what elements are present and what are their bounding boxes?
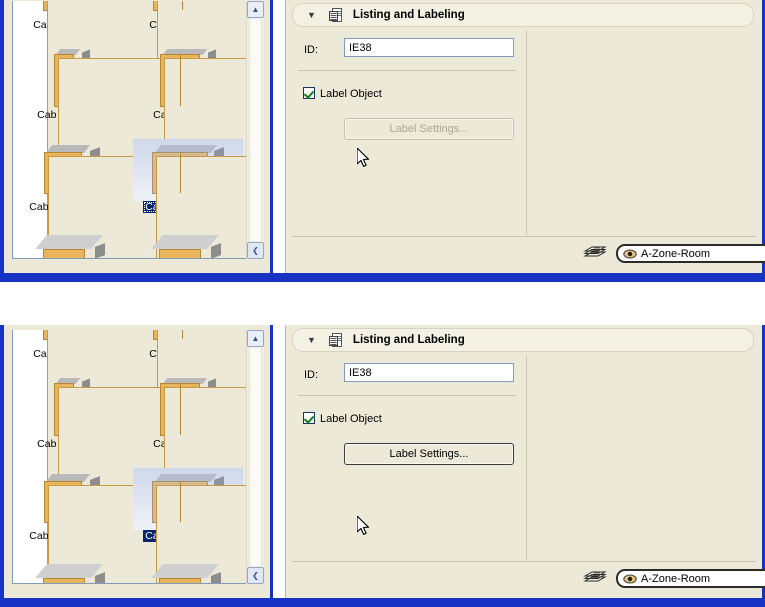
dialog-instance-bottom: Cab Belfast Sink 1D_OSL Cab Belfast Sin — [0, 325, 765, 607]
id-input[interactable] — [344, 363, 514, 382]
triangle-down-icon[interactable]: ▼ — [307, 10, 316, 20]
list-item-selected[interactable]: Cab Wall 2D_OSL — [133, 468, 263, 583]
object-thumbnail — [17, 560, 127, 583]
label-object-checkbox[interactable] — [303, 87, 315, 99]
layer-selector[interactable]: A-Zone-Room ▶ — [616, 569, 765, 588]
object-thumbnail — [17, 1, 263, 252]
layer-name: A-Zone-Room — [641, 247, 711, 260]
panel-divider — [526, 30, 527, 235]
eye-icon — [623, 574, 637, 584]
object-thumbnail — [133, 231, 243, 258]
object-thumbnail — [133, 376, 263, 583]
layer-selector[interactable]: A-Zone-Room ▶ — [616, 244, 765, 263]
object-browser-grid-2: Cab Belfast Sink 1D_OSL Cab Belfast Sin — [13, 330, 263, 583]
object-thumbnail — [17, 231, 127, 258]
object-thumbnail — [17, 330, 263, 581]
list-item[interactable]: Cab Belfast Sink 2D_OSL — [133, 1, 263, 252]
chevron-down-icon[interactable]: ❮ — [247, 567, 264, 584]
scrollbar-track[interactable] — [249, 348, 262, 566]
object-browser-list[interactable]: Cab Belfast Sink 1D_OSL Cab Belfast Sin — [12, 1, 264, 259]
object-thumbnail — [133, 560, 243, 583]
dialog-instance-top: Cab Belfast Sink 1D_OSL Cab Belfast Sin — [0, 0, 765, 282]
list-item[interactable]: Cab B-P 2D 11 — [133, 376, 263, 583]
id-input[interactable] — [344, 38, 514, 57]
object-browser-client: Cab Belfast Sink 1D_OSL Cab Belfast Sin — [4, 0, 270, 273]
object-thumbnail — [133, 47, 263, 258]
object-thumbnail — [17, 139, 263, 258]
listing-and-labeling-panel-2: ▼ Listing and Labeling ID: IE38 Label Ob… — [285, 325, 765, 600]
object-browser-window: Cab Belfast Sink 1D_OSL Cab Belfast Sin — [0, 0, 273, 282]
panel-header[interactable]: ▼ Listing and Labeling — [292, 3, 754, 27]
list-item[interactable]: Cab Belfast Sink 1D_OSL — [17, 330, 263, 581]
panel-divider — [526, 355, 527, 560]
object-thumbnail — [133, 1, 263, 252]
screen: Cab Belfast Sink 1D_OSL Cab Belfast Sin — [0, 0, 765, 607]
panel-header[interactable]: ▼ Listing and Labeling — [292, 328, 754, 352]
object-browser-list-2[interactable]: Cab Belfast Sink 1D_OSL Cab Belfast Sin — [12, 330, 264, 584]
scrollbar-track[interactable] — [249, 19, 262, 241]
list-item[interactable] — [17, 560, 127, 583]
list-item[interactable]: Cab Belfast Sink 2D_OSL — [133, 330, 263, 581]
triangle-down-icon[interactable]: ▼ — [307, 335, 316, 345]
footer-divider — [292, 561, 756, 562]
section-divider — [298, 395, 516, 396]
list-item[interactable]: Cab Belfast Sink 1D_OSL — [17, 1, 263, 252]
chevron-down-icon[interactable]: ❮ — [247, 242, 264, 259]
object-thumbnail — [133, 468, 263, 583]
footer-divider — [292, 236, 756, 237]
object-browser-scrollbar[interactable]: ▲ ❮ — [246, 1, 264, 259]
window-frame-bottom — [0, 598, 765, 607]
list-item-selected[interactable]: Cab Wall 2D_OSL — [133, 139, 263, 258]
layers-stack-icon — [583, 245, 607, 261]
listing-document-icon — [328, 7, 344, 23]
label-settings-button[interactable]: Label Settings... — [344, 443, 514, 465]
object-browser-grid: Cab Belfast Sink 1D_OSL Cab Belfast Sin — [13, 1, 263, 258]
panel-title: Listing and Labeling — [352, 9, 465, 21]
panel-title: Listing and Labeling — [352, 334, 465, 346]
object-browser-client-2: Cab Belfast Sink 1D_OSL Cab Belfast Sin — [4, 325, 270, 598]
label-object-checkbox[interactable] — [303, 412, 315, 424]
list-item[interactable]: Cab Wall 1D_OSL — [17, 139, 263, 258]
listing-document-icon — [328, 332, 344, 348]
label-object-label: Label Object — [320, 413, 382, 425]
object-thumbnail — [133, 139, 263, 258]
section-divider — [298, 70, 516, 71]
list-item[interactable]: Cab B-P 2D 11 — [133, 47, 263, 258]
mouse-cursor — [356, 515, 370, 536]
label-object-label: Label Object — [320, 88, 382, 100]
id-label: ID: — [304, 44, 319, 56]
object-thumbnail — [17, 468, 263, 583]
label-settings-button[interactable]: Label Settings... — [344, 118, 514, 140]
id-label: ID: — [304, 369, 319, 381]
object-thumbnail — [17, 47, 263, 258]
listing-and-labeling-panel: ▼ Listing and Labeling ID: IE38 Label Ob… — [285, 0, 765, 275]
list-item[interactable] — [17, 231, 127, 258]
chevron-up-icon[interactable]: ▲ — [247, 330, 264, 347]
layers-stack-icon — [583, 570, 607, 586]
object-browser-scrollbar-2[interactable]: ▲ ❮ — [246, 330, 264, 584]
object-thumbnail — [133, 330, 263, 581]
object-browser-window-2: Cab Belfast Sink 1D_OSL Cab Belfast Sin — [0, 325, 273, 607]
window-frame-bottom — [0, 273, 765, 282]
list-item[interactable] — [133, 560, 243, 583]
eye-icon — [623, 249, 637, 259]
list-item[interactable] — [133, 231, 243, 258]
list-item[interactable]: Cab Wall 1D_OSL — [17, 468, 263, 583]
chevron-up-icon[interactable]: ▲ — [247, 1, 264, 18]
list-item[interactable]: Cab B-P 1D 11 — [17, 376, 263, 583]
mouse-cursor — [356, 147, 370, 168]
object-thumbnail — [17, 376, 263, 583]
list-item[interactable]: Cab B-P 1D 11 — [17, 47, 263, 258]
layer-name: A-Zone-Room — [641, 572, 711, 585]
